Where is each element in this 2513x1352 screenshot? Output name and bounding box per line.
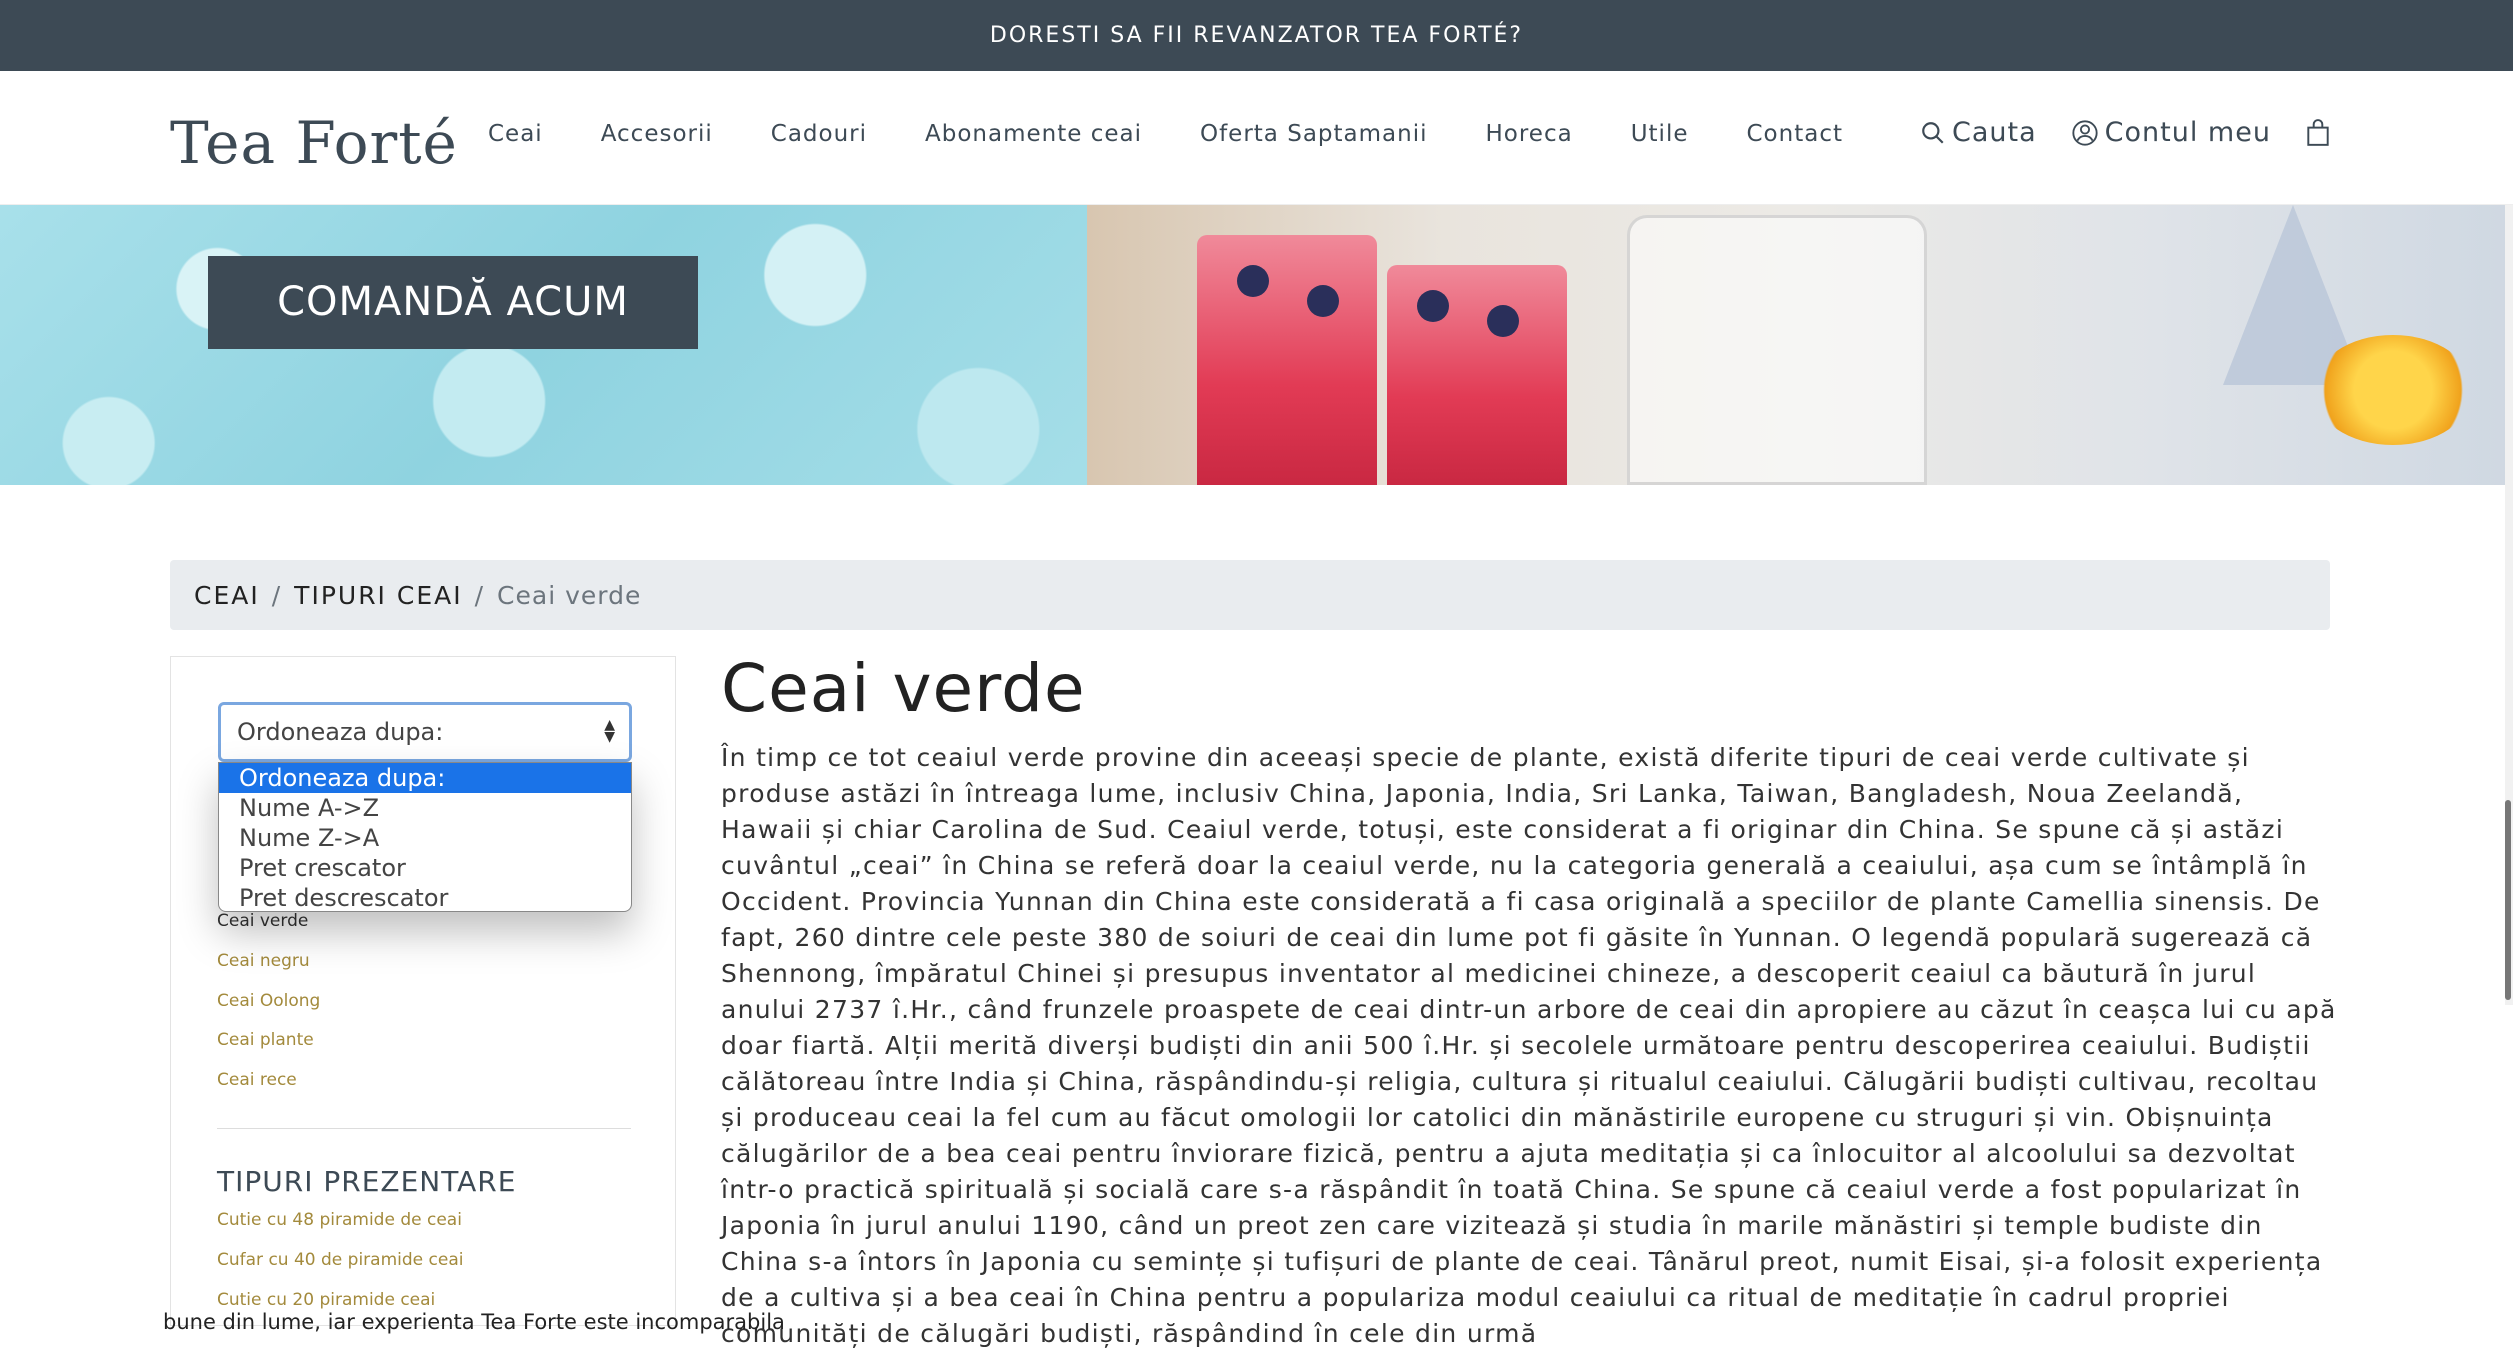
reseller-announcement-bar[interactable]: DORESTI SA FII REVANZATOR TEA FORTÉ? — [0, 0, 2513, 71]
blueberry — [1487, 305, 1519, 337]
breadcrumb-tipuri-ceai[interactable]: TIPURI CEAI — [294, 581, 462, 610]
sidebar-divider — [217, 1128, 631, 1129]
nav-contact[interactable]: Contact — [1747, 121, 1843, 147]
category-ceai-rece[interactable]: Ceai rece — [217, 1070, 297, 1090]
nav-cadouri[interactable]: Cadouri — [771, 121, 867, 147]
nav-abonamente-ceai[interactable]: Abonamente ceai — [925, 121, 1142, 147]
breadcrumb-current: Ceai verde — [497, 580, 642, 610]
glass-pitcher — [1627, 215, 1927, 485]
account-label: Contul meu — [2104, 117, 2271, 148]
search-icon — [1922, 121, 1944, 144]
header-actions: Cauta Contul meu — [1920, 117, 2331, 148]
site-header: Tea Forté Ceai Accesorii Cadouri Aboname… — [0, 71, 2513, 205]
overlay-text: bune din lume, iar experienta Tea Forte … — [163, 1310, 785, 1334]
order-now-button[interactable]: COMANDĂ ACUM — [208, 256, 698, 349]
red-iced-tea-glass — [1387, 265, 1567, 485]
tea-forte-logo[interactable]: Tea Forté — [170, 109, 458, 177]
category-ceai-oolong[interactable]: Ceai Oolong — [217, 991, 320, 1011]
nav-accesorii[interactable]: Accesorii — [601, 121, 713, 147]
sort-option[interactable]: Pret crescator — [219, 853, 631, 883]
page-title: Ceai verde — [721, 650, 1086, 727]
search-button[interactable]: Cauta — [1920, 117, 2037, 148]
shopping-bag-icon — [2307, 118, 2329, 146]
nav-ceai[interactable]: Ceai — [488, 121, 543, 147]
cart-button[interactable] — [2305, 118, 2331, 147]
blueberry — [1307, 285, 1339, 317]
category-ceai-negru[interactable]: Ceai negru — [217, 951, 310, 971]
category-ceai-plante[interactable]: Ceai plante — [217, 1030, 314, 1050]
red-iced-tea-glass — [1197, 235, 1377, 485]
sort-selected-value: Ordoneaza dupa: — [237, 718, 444, 746]
blueberry — [1417, 290, 1449, 322]
breadcrumb-separator: / — [271, 580, 283, 610]
breadcrumb-separator: / — [474, 580, 486, 610]
presentation-48-pyramids[interactable]: Cutie cu 48 piramide de ceai — [217, 1210, 462, 1230]
select-arrows-icon: ▲ ▼ — [604, 717, 615, 745]
nav-utile[interactable]: Utile — [1631, 121, 1689, 147]
sort-option[interactable]: Nume A->Z — [219, 793, 631, 823]
blueberry — [1237, 265, 1269, 297]
sort-option[interactable]: Pret descrescator — [219, 883, 631, 913]
sort-dropdown-list: Ordoneaza dupa: Nume A->Z Nume Z->A Pret… — [218, 762, 632, 912]
presentation-types-title: TIPURI PREZENTARE — [217, 1165, 517, 1198]
sort-option[interactable]: Nume Z->A — [219, 823, 631, 853]
sort-select[interactable]: Ordoneaza dupa: ▲ ▼ — [218, 702, 632, 762]
category-ceai-verde[interactable]: Ceai verde — [217, 911, 308, 931]
breadcrumb-ceai[interactable]: CEAI — [194, 581, 260, 610]
yellow-flower — [2313, 335, 2473, 445]
nav-horeca[interactable]: Horeca — [1485, 121, 1572, 147]
sort-option[interactable]: Ordoneaza dupa: — [219, 763, 631, 793]
iced-tea-photo — [1087, 205, 2513, 485]
scrollbar-thumb[interactable] — [2505, 800, 2511, 1000]
breadcrumb: CEAI / TIPURI CEAI / Ceai verde — [170, 560, 2330, 630]
presentation-40-pyramids[interactable]: Cufar cu 40 de piramide ceai — [217, 1250, 463, 1270]
user-icon — [2072, 119, 2098, 146]
hero-banner[interactable]: COMANDĂ ACUM — [0, 205, 2513, 485]
filter-sidebar: Ordoneaza dupa: ▲ ▼ Ordoneaza dupa: Nume … — [170, 656, 676, 1326]
category-description: În timp ce tot ceaiul verde provine din … — [721, 743, 2337, 1348]
account-button[interactable]: Contul meu — [2071, 117, 2271, 148]
nav-oferta-saptamanii[interactable]: Oferta Saptamanii — [1200, 121, 1428, 147]
main-nav: Ceai Accesorii Cadouri Abonamente ceai O… — [488, 121, 1901, 147]
search-label: Cauta — [1952, 117, 2037, 148]
presentation-20-pyramids[interactable]: Cutie cu 20 piramide ceai — [217, 1290, 435, 1310]
